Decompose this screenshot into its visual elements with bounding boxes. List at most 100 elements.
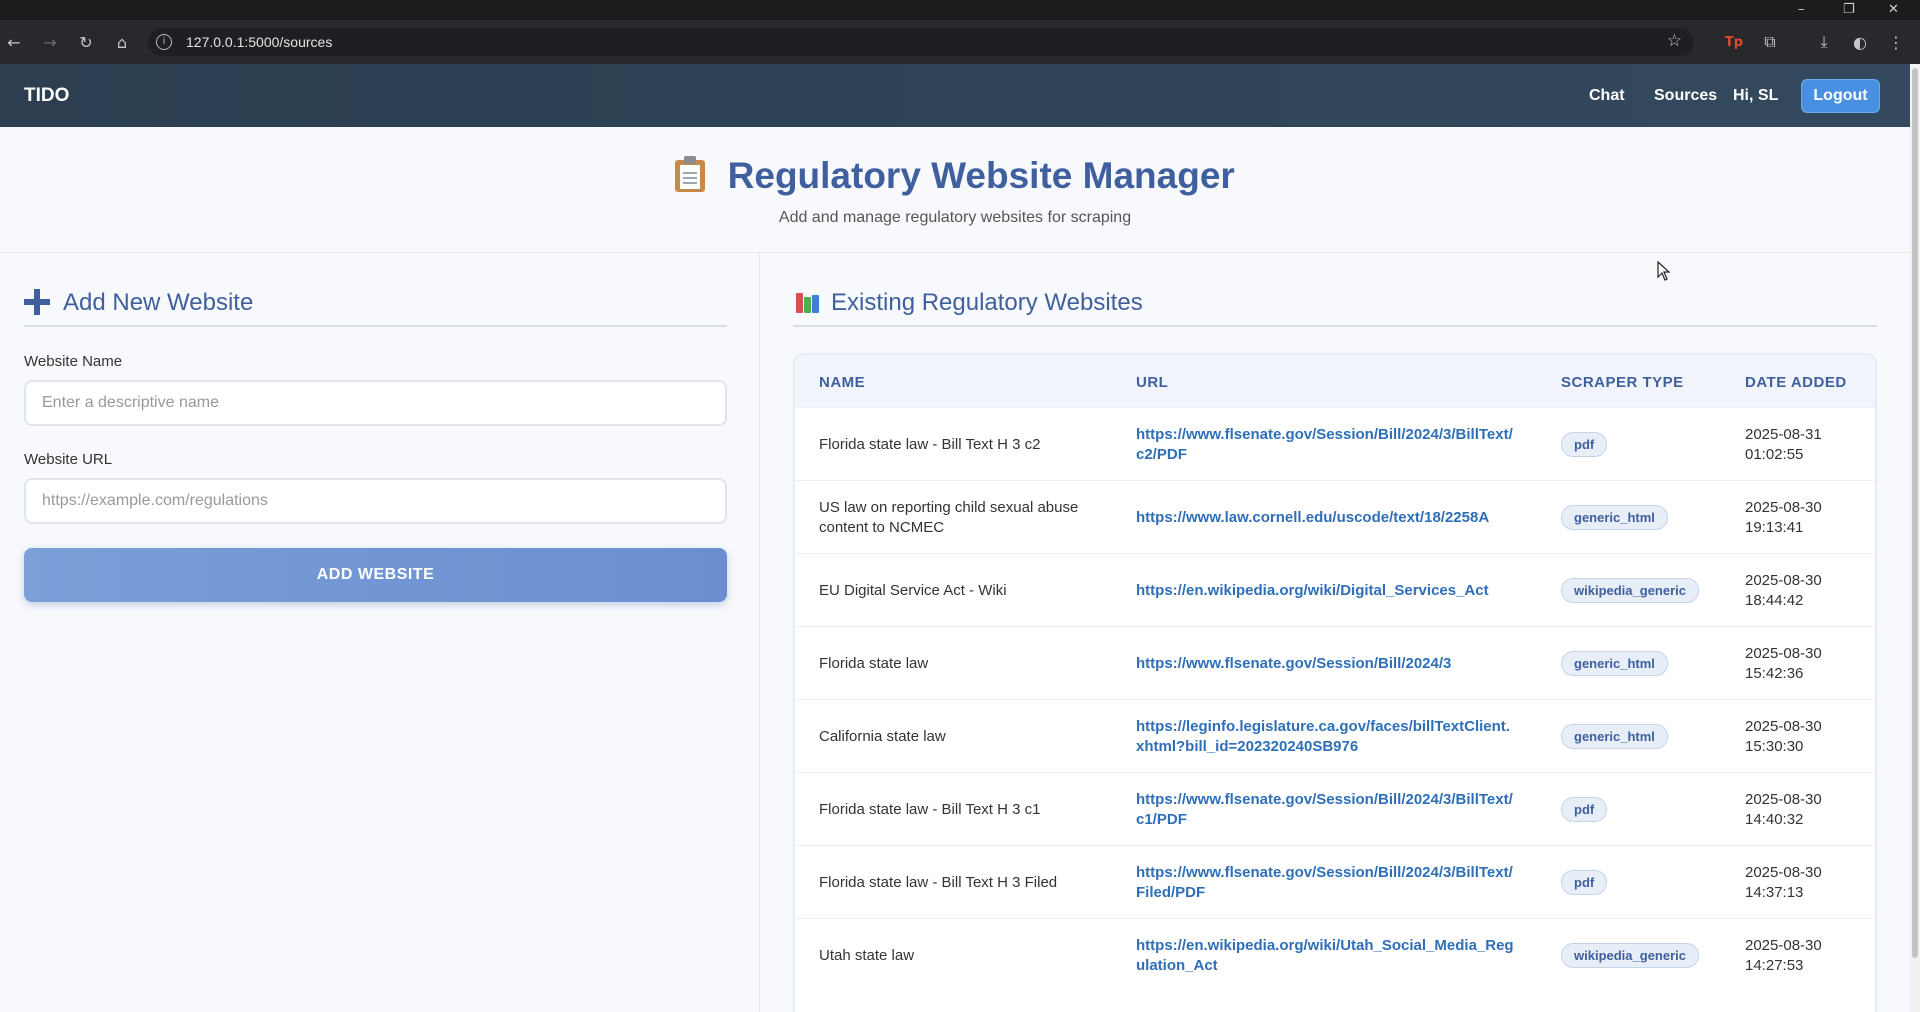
row-url-link[interactable]: https://www.flsenate.gov/Session/Bill/20…	[1136, 408, 1516, 481]
scraper-type-badge: generic_html	[1561, 651, 1668, 676]
browser-menu-icon[interactable]: ⋮	[1884, 30, 1908, 54]
scraper-type-badge: generic_html	[1561, 505, 1668, 530]
extensions-puzzle-icon[interactable]: ⧉	[1758, 30, 1782, 54]
home-icon[interactable]: ⌂	[110, 30, 134, 54]
row-date-time: 15:30:30	[1745, 737, 1804, 755]
row-date: 2025-08-30 19:13:41	[1745, 481, 1865, 554]
website-url-input[interactable]	[24, 478, 727, 524]
row-date: 2025-08-31 01:02:55	[1745, 408, 1865, 481]
website-name-label: Website Name	[24, 353, 123, 370]
row-name: Florida state law - Bill Text H 3 c2	[819, 435, 1041, 453]
website-name-input[interactable]	[24, 380, 727, 426]
reload-icon[interactable]: ↻	[74, 30, 98, 54]
address-url[interactable]: 127.0.0.1:5000/sources	[186, 34, 332, 50]
row-date-day: 2025-08-31	[1745, 425, 1822, 443]
scraper-type-badge: generic_html	[1561, 724, 1668, 749]
brand-logo[interactable]: TIDO	[24, 85, 69, 107]
restore-icon[interactable]: ❐	[1843, 3, 1855, 17]
add-website-title: Add New Website	[63, 289, 254, 316]
row-name: Utah state law	[819, 946, 915, 964]
forward-icon[interactable]: →	[38, 30, 62, 54]
row-date-day: 2025-08-30	[1745, 644, 1822, 662]
column-header-scraper-type[interactable]: SCRAPER TYPE	[1561, 374, 1684, 391]
scraper-type-badge: pdf	[1561, 432, 1608, 457]
table-row[interactable]: Florida state law https://www.flsenate.g…	[795, 626, 1875, 699]
minimize-icon[interactable]: –	[1798, 3, 1805, 17]
page-header: Regulatory Website Manager Add and manag…	[0, 127, 1910, 253]
row-url-link[interactable]: https://www.law.cornell.edu/uscode/text/…	[1136, 481, 1516, 554]
table-row[interactable]: Utah state law https://en.wikipedia.org/…	[795, 918, 1875, 991]
logout-button[interactable]: Logout	[1801, 79, 1880, 113]
row-date-day: 2025-08-30	[1745, 790, 1822, 808]
row-date-day: 2025-08-30	[1745, 571, 1822, 589]
row-name: EU Digital Service Act - Wiki	[819, 581, 1007, 599]
existing-websites-panel: Existing Regulatory Websites NAME URL SC…	[760, 253, 1910, 1012]
table-row[interactable]: Florida state law - Bill Text H 3 c2 htt…	[795, 407, 1875, 480]
row-url-link[interactable]: https://www.flsenate.gov/Session/Bill/20…	[1136, 773, 1516, 846]
extension-tp-icon[interactable]: Tp	[1722, 30, 1746, 54]
row-date-time: 14:40:32	[1745, 810, 1804, 828]
section-divider	[793, 325, 1877, 327]
scrollbar-thumb[interactable]	[1912, 68, 1918, 958]
page-title: Regulatory Website Manager	[727, 155, 1235, 196]
table-row[interactable]: EU Digital Service Act - Wiki https://en…	[795, 553, 1875, 626]
row-name: California state law	[819, 727, 946, 745]
row-date-time: 14:37:13	[1745, 883, 1804, 901]
browser-titlebar: – ❐ ✕	[0, 0, 1920, 20]
row-date: 2025-08-30 14:40:32	[1745, 773, 1865, 846]
user-greeting: Hi, SL	[1733, 87, 1779, 104]
table-header: NAME URL SCRAPER TYPE DATE ADDED	[795, 355, 1875, 407]
table-row[interactable]: Florida state law - Bill Text H 3 Filed …	[795, 845, 1875, 918]
row-url-link[interactable]: https://leginfo.legislature.ca.gov/faces…	[1136, 700, 1516, 773]
row-date-time: 19:13:41	[1745, 518, 1804, 536]
row-date-day: 2025-08-30	[1745, 717, 1822, 735]
row-date: 2025-08-30 15:42:36	[1745, 627, 1865, 700]
scraper-type-badge: wikipedia_generic	[1561, 943, 1699, 968]
row-date-time: 14:27:53	[1745, 956, 1804, 974]
websites-table: NAME URL SCRAPER TYPE DATE ADDED Florida…	[793, 353, 1877, 1012]
row-url-link[interactable]: https://www.flsenate.gov/Session/Bill/20…	[1136, 846, 1516, 919]
row-date-time: 18:44:42	[1745, 591, 1804, 609]
row-date-time: 15:42:36	[1745, 664, 1804, 682]
row-date: 2025-08-30 14:27:53	[1745, 919, 1865, 992]
table-row[interactable]: US law on reporting child sexual abuse c…	[795, 480, 1875, 553]
download-icon[interactable]: ⤓	[1812, 30, 1836, 54]
column-header-url[interactable]: URL	[1136, 374, 1168, 391]
add-website-button[interactable]: ADD WEBSITE	[24, 548, 727, 602]
clipboard-icon	[675, 156, 706, 192]
close-icon[interactable]: ✕	[1888, 3, 1899, 17]
back-icon[interactable]: ←	[2, 30, 26, 54]
mouse-cursor-icon	[1657, 261, 1671, 281]
table-row[interactable]: California state law https://leginfo.leg…	[795, 699, 1875, 772]
table-row[interactable]: Florida state law - Bill Text H 3 c1 htt…	[795, 772, 1875, 845]
add-website-panel: Add New Website Website Name Website URL…	[0, 253, 760, 1012]
page-subtitle: Add and manage regulatory websites for s…	[778, 209, 1132, 226]
row-url-link[interactable]: https://en.wikipedia.org/wiki/Utah_Socia…	[1136, 919, 1516, 992]
books-icon	[796, 293, 820, 313]
app-navbar: TIDO Chat Sources Hi, SL Logout	[0, 64, 1910, 127]
bookmark-star-icon[interactable]: ☆	[1667, 31, 1682, 51]
address-bar[interactable]: i 127.0.0.1:5000/sources ☆	[148, 28, 1694, 56]
scraper-type-badge: pdf	[1561, 797, 1608, 822]
nav-link-chat[interactable]: Chat	[1589, 87, 1625, 105]
row-name: Florida state law - Bill Text H 3 c1	[819, 800, 1041, 818]
page-scrollbar[interactable]	[1910, 64, 1920, 1012]
column-header-name[interactable]: NAME	[819, 374, 865, 391]
row-url-link[interactable]: https://en.wikipedia.org/wiki/Digital_Se…	[1136, 554, 1516, 627]
website-url-label: Website URL	[24, 451, 113, 468]
row-name: Florida state law - Bill Text H 3 Filed	[819, 873, 1058, 891]
profile-avatar-icon[interactable]: ◐	[1848, 30, 1872, 54]
row-date: 2025-08-30 14:37:13	[1745, 846, 1865, 919]
row-name: Florida state law	[819, 654, 929, 672]
existing-websites-title: Existing Regulatory Websites	[831, 289, 1143, 316]
row-url-link[interactable]: https://www.flsenate.gov/Session/Bill/20…	[1136, 627, 1516, 700]
scraper-type-badge: pdf	[1561, 870, 1608, 895]
section-divider	[24, 325, 727, 327]
row-date-day: 2025-08-30	[1745, 863, 1822, 881]
row-date: 2025-08-30 18:44:42	[1745, 554, 1865, 627]
nav-link-sources[interactable]: Sources	[1654, 87, 1717, 105]
column-header-date-added[interactable]: DATE ADDED	[1745, 374, 1847, 391]
site-info-icon[interactable]: i	[156, 34, 172, 50]
row-date-day: 2025-08-30	[1745, 936, 1822, 954]
row-date-time: 01:02:55	[1745, 445, 1804, 463]
